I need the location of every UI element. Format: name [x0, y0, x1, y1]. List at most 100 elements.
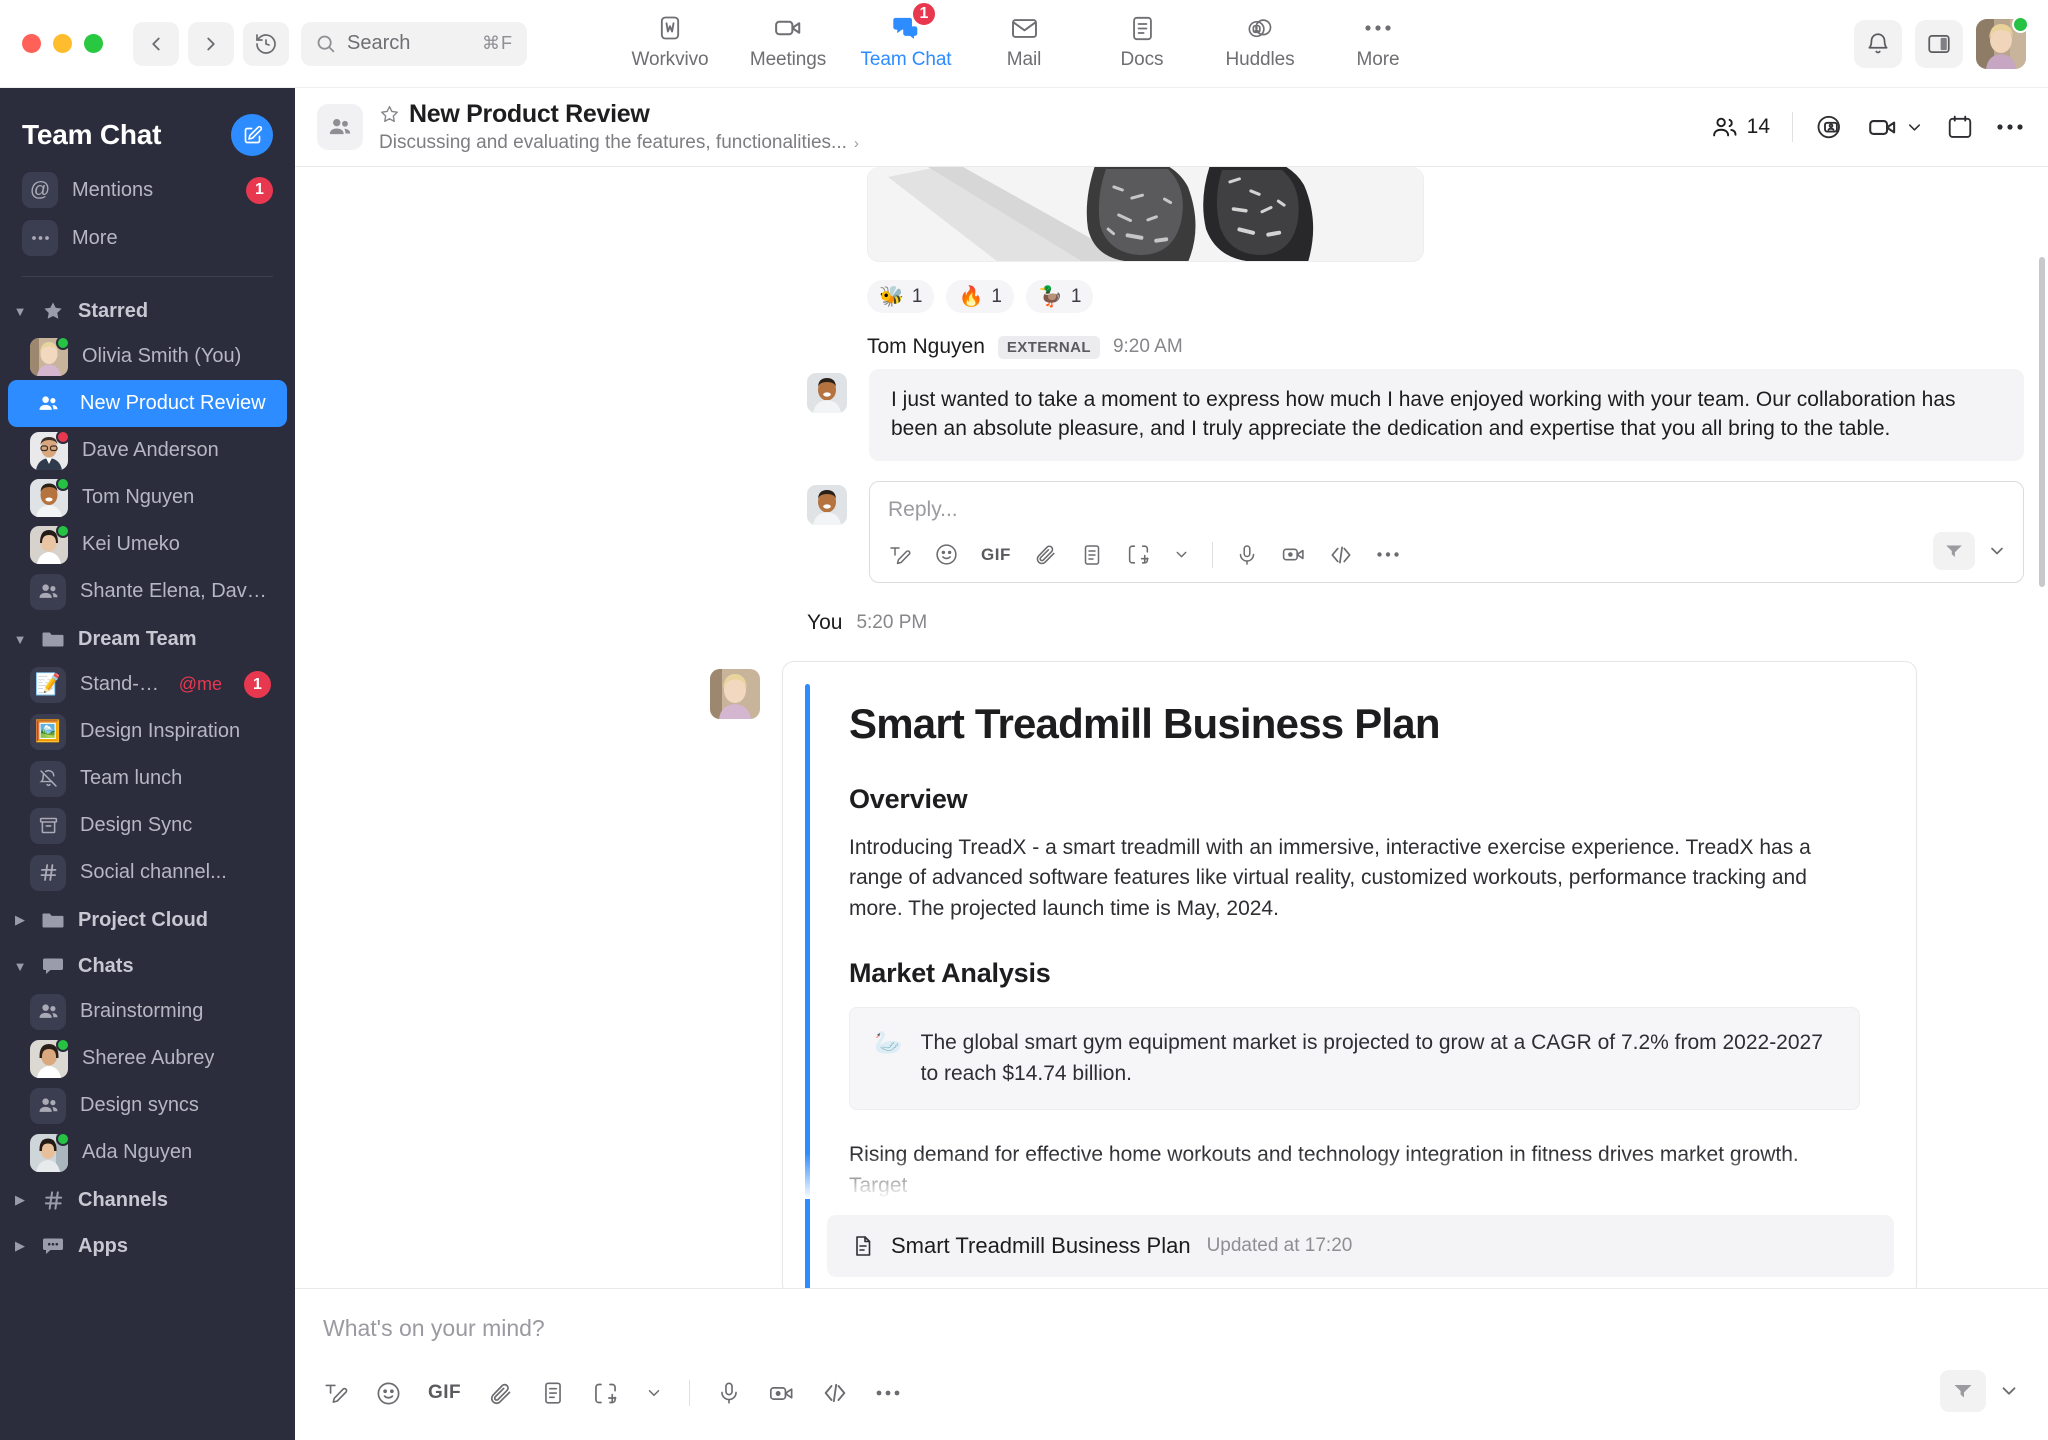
bell-icon[interactable] [1854, 20, 1902, 68]
sidebar-group-project-cloud[interactable]: ▶ Project Cloud [0, 896, 295, 942]
sidebar-item-design-syncs[interactable]: Design syncs [8, 1082, 287, 1129]
sidebar-item-kei-umeko[interactable]: Kei Umeko [8, 521, 287, 568]
maximize-window-button[interactable] [84, 34, 103, 53]
chevron-down-icon[interactable] [645, 1378, 663, 1408]
document-preview-card[interactable]: Smart Treadmill Business Plan Overview I… [782, 661, 1917, 1288]
sidebar-group-apps[interactable]: ▶ Apps [0, 1222, 295, 1268]
chevron-down-icon[interactable] [1987, 541, 2007, 561]
microphone-icon[interactable] [716, 1378, 742, 1408]
minimize-window-button[interactable] [53, 34, 72, 53]
video-camera-icon [773, 12, 803, 44]
calendar-icon[interactable] [1946, 113, 1974, 141]
photo-message[interactable] [295, 167, 2024, 262]
sidebar-item-ada-nguyen[interactable]: Ada Nguyen [8, 1129, 287, 1176]
sidebar-item-olivia-smith[interactable]: Olivia Smith (You) [8, 333, 287, 380]
nav-workvivo[interactable]: Workvivo [611, 8, 729, 71]
document-title: Smart Treadmill Business Plan [849, 700, 1860, 748]
document-accent-bar [805, 684, 810, 1288]
history-clock-icon[interactable] [243, 22, 289, 66]
send-icon[interactable] [1940, 1370, 1986, 1412]
forward-button[interactable] [188, 22, 234, 66]
document-footer[interactable]: Smart Treadmill Business Plan Updated at… [827, 1215, 1894, 1277]
star-outline-icon[interactable] [379, 104, 400, 125]
nav-meetings[interactable]: Meetings [729, 8, 847, 71]
sidebar: Team Chat @ Mentions 1 More ▼ [0, 88, 295, 1440]
chevron-down-icon[interactable] [1173, 540, 1190, 570]
reply-input-box[interactable]: Reply... GIF [869, 481, 2024, 583]
sidebar-item-brainstorming[interactable]: Brainstorming [8, 988, 287, 1035]
workvivo-icon [656, 12, 684, 44]
composer-toolbar: GIF [323, 1378, 2020, 1408]
nav-more[interactable]: More [1319, 8, 1437, 71]
sidebar-item-team-lunch[interactable]: Team lunch [8, 755, 287, 802]
nav-mail[interactable]: Mail [965, 8, 1083, 71]
video-message-icon[interactable] [768, 1378, 795, 1408]
video-message-icon[interactable] [1281, 540, 1306, 570]
nav-team-chat[interactable]: 1 Team Chat [847, 8, 965, 71]
code-icon[interactable] [821, 1378, 849, 1408]
sidebar-item-tom-nguyen[interactable]: Tom Nguyen [8, 474, 287, 521]
contact-card-icon[interactable] [1815, 112, 1845, 142]
sidebar-item-stand-up-notes[interactable]: 📝 Stand-up notes @me 1 [8, 661, 287, 708]
back-button[interactable] [133, 22, 179, 66]
sidebar-item-shante-elena-group[interactable]: Shante Elena, Dave Anderson... [8, 568, 287, 615]
gif-icon[interactable]: GIF [981, 540, 1011, 570]
sidebar-item-dave-anderson[interactable]: Dave Anderson [8, 427, 287, 474]
sidebar-panel-icon[interactable] [1915, 20, 1963, 68]
reaction-chip[interactable]: 🦆 1 [1026, 280, 1093, 313]
chevron-down-icon[interactable] [1998, 1380, 2020, 1402]
code-icon[interactable] [1328, 540, 1354, 570]
screenshot-icon[interactable] [1126, 540, 1151, 570]
sidebar-item-design-sync[interactable]: Design Sync [8, 802, 287, 849]
sidebar-item-new-product-review[interactable]: New Product Review [8, 380, 287, 427]
mention-me-label: @me [179, 674, 222, 695]
participants-count[interactable]: 14 [1711, 114, 1770, 141]
sidebar-item-sheree-aubrey[interactable]: Sheree Aubrey [8, 1035, 287, 1082]
mentions-badge: 1 [246, 177, 273, 204]
video-camera-button[interactable] [1867, 112, 1924, 143]
send-icon[interactable] [1933, 532, 1975, 570]
compose-pencil-icon[interactable] [231, 114, 273, 156]
group-people-icon [30, 994, 66, 1030]
attachment-icon[interactable] [487, 1378, 514, 1408]
sidebar-item-social-channel[interactable]: Social channel... [8, 849, 287, 896]
microphone-icon[interactable] [1235, 540, 1259, 570]
chat-header: New Product Review Discussing and evalua… [295, 88, 2048, 167]
sidebar-item-mentions[interactable]: @ Mentions 1 [0, 166, 295, 214]
chat-subtitle[interactable]: Discussing and evaluating the features, … [379, 132, 859, 154]
reaction-chip[interactable]: 🐝 1 [867, 280, 934, 313]
sidebar-group-chats[interactable]: ▼ Chats [0, 942, 295, 988]
screenshot-icon[interactable] [592, 1378, 619, 1408]
search-input[interactable]: Search ⌘F [301, 22, 527, 66]
emoji-icon[interactable] [934, 540, 959, 570]
hash-icon [39, 1189, 67, 1212]
emoji-icon[interactable] [375, 1378, 402, 1408]
gif-icon[interactable]: GIF [428, 1378, 461, 1408]
close-window-button[interactable] [22, 34, 41, 53]
document-icon[interactable] [1080, 540, 1104, 570]
reaction-chip[interactable]: 🔥 1 [946, 280, 1013, 313]
sidebar-group-starred[interactable]: ▼ Starred [0, 287, 295, 333]
reply-toolbar: GIF [888, 540, 2005, 570]
message-list[interactable]: 🐝 1 🔥 1 🦆 1 Tom Nguyen EXTER [295, 167, 2048, 1288]
attachment-icon[interactable] [1033, 540, 1058, 570]
sidebar-item-label: Dave Anderson [82, 439, 219, 462]
sidebar-group-channels[interactable]: ▶ Channels [0, 1176, 295, 1222]
ellipsis-icon[interactable] [875, 1378, 901, 1408]
chevron-down-icon: ▼ [12, 304, 28, 319]
ellipsis-icon[interactable] [1376, 540, 1400, 570]
document-icon[interactable] [540, 1378, 566, 1408]
photo-attachment[interactable] [867, 167, 1424, 262]
nav-docs[interactable]: Docs [1083, 8, 1201, 71]
sidebar-item-more[interactable]: More [0, 214, 295, 262]
format-text-icon[interactable] [888, 540, 912, 570]
avatar[interactable] [1976, 19, 2026, 69]
sidebar-group-dream-team[interactable]: ▼ Dream Team [0, 615, 295, 661]
window-controls[interactable] [0, 34, 103, 53]
nav-huddles[interactable]: Huddles [1201, 8, 1319, 71]
message-composer[interactable]: What's on your mind? GIF [295, 1288, 2048, 1440]
sidebar-item-design-inspiration[interactable]: 🖼️ Design Inspiration [8, 708, 287, 755]
format-text-icon[interactable] [323, 1378, 349, 1408]
message-scrollbar[interactable] [2039, 257, 2045, 587]
ellipsis-icon[interactable] [1996, 123, 2024, 131]
